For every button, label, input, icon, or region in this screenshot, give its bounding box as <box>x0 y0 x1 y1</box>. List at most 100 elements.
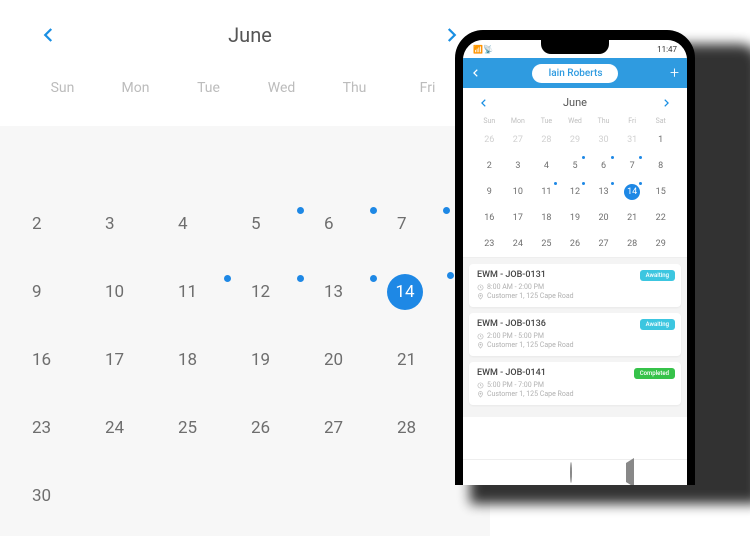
nav-back-button[interactable] <box>626 463 634 482</box>
mini-day-number: 27 <box>599 239 609 249</box>
job-time-line: 8:00 AM - 2:00 PM <box>477 283 673 291</box>
mini-day-number: 16 <box>484 213 494 223</box>
mini-day-number: 26 <box>484 135 494 145</box>
mini-day-cell[interactable]: 20 <box>589 209 618 227</box>
mini-day-cell[interactable]: 26 <box>561 235 590 253</box>
mini-day-cell[interactable]: 9 <box>475 183 504 201</box>
calendar-day-cell[interactable]: 13 <box>318 272 391 312</box>
next-month-button[interactable] <box>442 26 460 44</box>
calendar-day-cell[interactable]: 18 <box>172 340 245 380</box>
calendar-day-cell[interactable]: 12 <box>245 272 318 312</box>
mini-day-cell[interactable]: 16 <box>475 209 504 227</box>
mini-day-number: 27 <box>513 135 523 145</box>
nav-home-button[interactable] <box>570 463 572 482</box>
mini-day-cell[interactable]: 7 <box>618 157 647 175</box>
calendar-day-cell[interactable]: 4 <box>172 204 245 244</box>
mini-day-number: 10 <box>513 187 523 197</box>
mini-day-cell[interactable]: 23 <box>475 235 504 253</box>
mini-day-cell[interactable]: 4 <box>532 157 561 175</box>
mini-weekday-label: Tue <box>532 117 561 125</box>
calendar-day-cell[interactable]: 16 <box>26 340 99 380</box>
day-number: 14 <box>395 282 414 302</box>
mini-day-cell[interactable]: 13 <box>589 183 618 201</box>
calendar-day-cell[interactable]: 3 <box>99 204 172 244</box>
mini-day-number: 28 <box>627 239 637 249</box>
event-dot-icon <box>582 182 585 185</box>
calendar-day-cell[interactable]: 17 <box>99 340 172 380</box>
back-button[interactable] <box>471 68 481 78</box>
user-pill[interactable]: Iain Roberts <box>532 64 618 83</box>
day-number: 7 <box>397 214 407 234</box>
mini-day-cell[interactable]: 8 <box>646 157 675 175</box>
mini-day-cell[interactable]: 12 <box>561 183 590 201</box>
calendar-day-cell[interactable]: 10 <box>99 272 172 312</box>
weekday-label: Tue <box>172 80 245 96</box>
job-card[interactable]: EWM - JOB-01415:00 PM - 7:00 PMCustomer … <box>469 362 681 405</box>
calendar-day-cell[interactable]: 2 <box>26 204 99 244</box>
day-number: 12 <box>251 282 270 302</box>
mini-day-cell: 26 <box>475 131 504 149</box>
mini-day-cell[interactable]: 18 <box>532 209 561 227</box>
calendar-day-cell[interactable]: 30 <box>26 476 99 516</box>
clock-icon <box>477 333 484 340</box>
mini-day-cell[interactable]: 14 <box>618 183 647 201</box>
calendar-day-cell[interactable]: 27 <box>318 408 391 448</box>
mini-day-cell[interactable]: 2 <box>475 157 504 175</box>
add-button[interactable]: + <box>670 65 679 81</box>
mini-day-cell[interactable]: 17 <box>504 209 533 227</box>
chevron-right-icon <box>661 98 671 108</box>
calendar-day-cell[interactable]: 28 <box>391 408 464 448</box>
calendar-day-cell[interactable]: 26 <box>245 408 318 448</box>
mini-day-cell[interactable]: 5 <box>561 157 590 175</box>
mini-day-cell[interactable]: 6 <box>589 157 618 175</box>
job-card[interactable]: EWM - JOB-01318:00 AM - 2:00 PMCustomer … <box>469 264 681 307</box>
job-card[interactable]: EWM - JOB-01362:00 PM - 5:00 PMCustomer … <box>469 313 681 356</box>
mini-day-cell[interactable]: 28 <box>618 235 647 253</box>
mini-day-cell[interactable]: 27 <box>589 235 618 253</box>
calendar-day-cell[interactable]: 20 <box>318 340 391 380</box>
calendar-day-cell[interactable]: 25 <box>172 408 245 448</box>
calendar-day-cell[interactable]: 24 <box>99 408 172 448</box>
pin-icon <box>477 391 484 398</box>
calendar-day-cell[interactable]: 7 <box>391 204 464 244</box>
mini-day-cell[interactable]: 15 <box>646 183 675 201</box>
prev-month-button[interactable] <box>40 26 58 44</box>
mini-day-cell[interactable]: 1 <box>646 131 675 149</box>
mini-next-month-button[interactable] <box>661 98 671 108</box>
calendar-day-cell[interactable]: 21 <box>391 340 464 380</box>
mini-prev-month-button[interactable] <box>479 98 489 108</box>
calendar-header: June <box>0 0 490 70</box>
calendar-day-cell[interactable]: 5 <box>245 204 318 244</box>
mini-day-cell[interactable]: 25 <box>532 235 561 253</box>
calendar-day-cell[interactable]: 14 <box>391 272 464 312</box>
mini-day-number: 21 <box>627 213 637 223</box>
calendar-day-cell[interactable]: 9 <box>26 272 99 312</box>
mini-weekday-label: Mon <box>504 117 533 125</box>
day-number: 4 <box>178 214 188 234</box>
signal-icon: 📶 📡 <box>473 45 492 54</box>
phone-frame: 📶 📡 11:47 Iain Roberts + June SunMonTueW… <box>455 30 695 485</box>
phone-screen: 📶 📡 11:47 Iain Roberts + June SunMonTueW… <box>463 40 687 485</box>
mini-day-cell[interactable]: 11 <box>532 183 561 201</box>
day-number: 16 <box>32 350 51 370</box>
mini-day-cell[interactable]: 22 <box>646 209 675 227</box>
mini-day-cell[interactable]: 29 <box>646 235 675 253</box>
mini-day-cell[interactable]: 24 <box>504 235 533 253</box>
day-number: 21 <box>397 350 416 370</box>
calendar-day-cell[interactable]: 23 <box>26 408 99 448</box>
mini-day-cell[interactable]: 19 <box>561 209 590 227</box>
calendar-day-cell[interactable]: 11 <box>172 272 245 312</box>
status-badge: Awaiting <box>640 270 675 281</box>
calendar-day-cell[interactable]: 6 <box>318 204 391 244</box>
calendar-day-cell[interactable]: 19 <box>245 340 318 380</box>
calendar-day-cell <box>318 136 391 176</box>
mini-day-cell[interactable]: 3 <box>504 157 533 175</box>
mini-day-number: 25 <box>541 239 551 249</box>
weekday-label: Sun <box>26 80 99 96</box>
mini-day-cell[interactable]: 21 <box>618 209 647 227</box>
battery-time: 11:47 <box>657 45 677 54</box>
mini-day-number: 26 <box>570 239 580 249</box>
mini-day-number: 23 <box>484 239 494 249</box>
mini-day-cell[interactable]: 10 <box>504 183 533 201</box>
circle-icon <box>570 462 572 483</box>
